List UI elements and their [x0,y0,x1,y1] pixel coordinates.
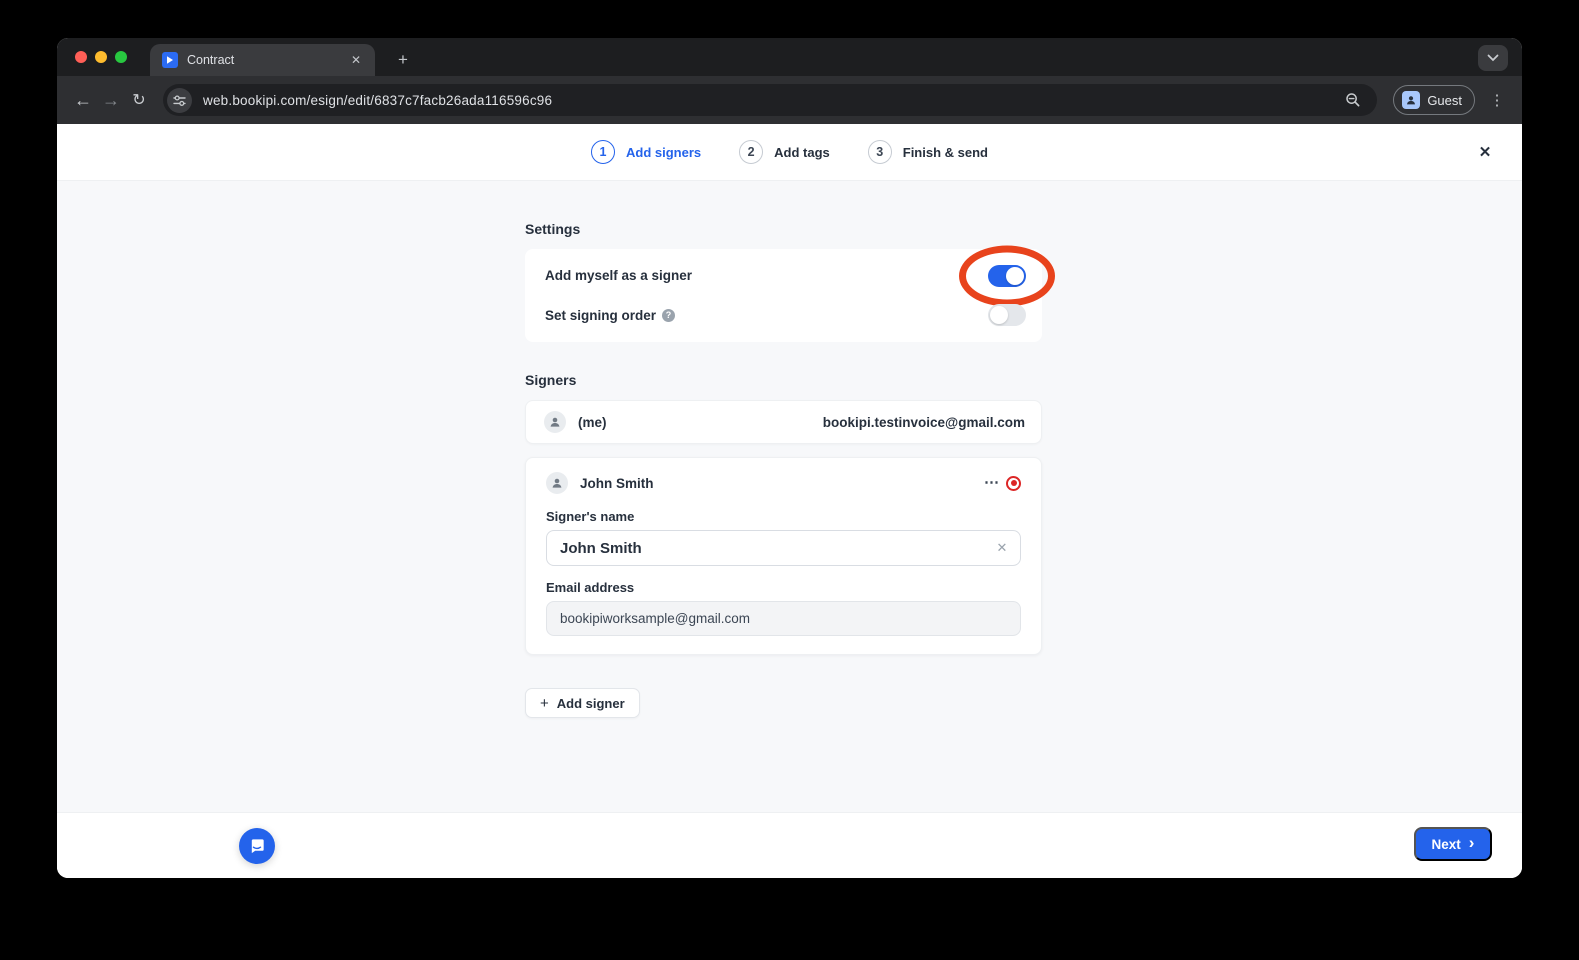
step-add-tags[interactable]: 2 Add tags [739,140,830,164]
browser-tab-contract[interactable]: Contract ✕ [150,44,375,76]
page-footer: Next › [57,812,1522,878]
chat-bubble-icon [251,839,264,854]
signer-email-label: Email address [546,580,635,595]
step-number: 3 [867,140,892,164]
guest-label: Guest [1427,92,1462,108]
guest-avatar-icon [1402,91,1421,109]
me-email: bookipi.testinvoice@gmail.com [822,414,1025,430]
page-content: Settings Add myself as a signer Set sign… [57,181,1522,812]
add-myself-toggle[interactable] [959,245,1055,307]
next-button[interactable]: Next › [1414,827,1492,861]
window-close-button[interactable] [75,51,87,63]
url-text[interactable]: web.bookipi.com/esign/edit/6837c7facb26a… [203,93,552,108]
tab-title: Contract [187,53,235,67]
step-number: 1 [591,140,615,164]
step-label: Add signers [626,144,702,160]
site-settings-icon[interactable] [167,87,192,113]
window-controls [75,51,127,63]
me-name: (me) [578,414,607,430]
signer-me-row: (me) bookipi.testinvoice@gmail.com [525,400,1042,444]
chevron-down-icon [1487,54,1499,62]
setting-row-signing-order: Set signing order ? [545,296,1026,334]
settings-card: Add myself as a signer Set signing order… [525,245,1055,342]
plus-icon: + [540,694,549,712]
signer-name-input[interactable] [546,530,1021,566]
help-icon[interactable]: ? [662,308,676,322]
address-bar[interactable]: web.bookipi.com/esign/edit/6837c7facb26a… [163,84,1378,116]
tab-strip: Contract ✕ + [57,38,1522,76]
remove-signer-icon[interactable] [1006,475,1021,491]
tab-close-icon[interactable]: ✕ [347,51,365,69]
chat-widget-button[interactable] [239,828,275,864]
setting-row-add-myself: Add myself as a signer [545,245,1055,307]
signers-heading: Signers [525,372,577,388]
add-myself-label: Add myself as a signer [545,268,693,284]
settings-heading: Settings [525,221,581,237]
signing-order-label: Set signing order [545,307,657,323]
step-label: Add tags [774,144,830,160]
person-icon [546,472,568,494]
browser-window: Contract ✕ + ← → ↻ web.bookipi.com/esign… [57,38,1522,878]
guest-profile-button[interactable]: Guest [1393,85,1475,115]
browser-toolbar: ← → ↻ web.bookipi.com/esign/edit/6837c7f… [57,76,1522,124]
reload-button[interactable]: ↻ [125,86,153,114]
signer-card-john-smith: John Smith ⋯ Signer's name ✕ Email addre… [525,457,1042,655]
close-editor-button[interactable]: ✕ [1476,143,1494,161]
screen-background: Contract ✕ + ← → ↻ web.bookipi.com/esign… [0,0,1579,960]
signer-name-field-wrap: ✕ [546,530,1021,566]
bookipi-favicon [162,52,178,68]
step-label: Finish & send [902,144,988,160]
signing-order-toggle[interactable] [988,304,1026,327]
step-add-signers[interactable]: 1 Add signers [591,140,701,164]
person-icon [544,411,566,433]
next-label: Next [1431,836,1461,852]
add-signer-label: Add signer [556,695,625,711]
new-tab-button[interactable]: + [391,48,415,72]
clear-input-icon[interactable]: ✕ [994,540,1010,556]
bookipi-esign-page: 1 Add signers 2 Add tags 3 Finish & send… [57,124,1522,878]
forward-button[interactable]: → [97,86,125,114]
signer-display-name: John Smith [580,475,654,491]
stepper-header: 1 Add signers 2 Add tags 3 Finish & send… [57,124,1522,181]
step-number: 2 [739,140,764,164]
signer-email-input[interactable] [546,601,1021,636]
signer-card-header: John Smith ⋯ [546,471,1021,495]
window-minimize-button[interactable] [95,51,107,63]
back-button[interactable]: ← [69,86,97,114]
zoom-indicator-icon[interactable] [1341,88,1365,112]
signer-name-label: Signer's name [546,509,635,524]
step-finish-send[interactable]: 3 Finish & send [867,140,988,164]
add-signer-button[interactable]: + Add signer [525,688,640,718]
content-column: Settings Add myself as a signer Set sign… [525,221,1055,718]
browser-menu-button[interactable]: ⋮ [1484,87,1510,113]
window-zoom-button[interactable] [115,51,127,63]
tab-search-chevron-button[interactable] [1478,45,1508,71]
stepper: 1 Add signers 2 Add tags 3 Finish & send [591,140,988,164]
